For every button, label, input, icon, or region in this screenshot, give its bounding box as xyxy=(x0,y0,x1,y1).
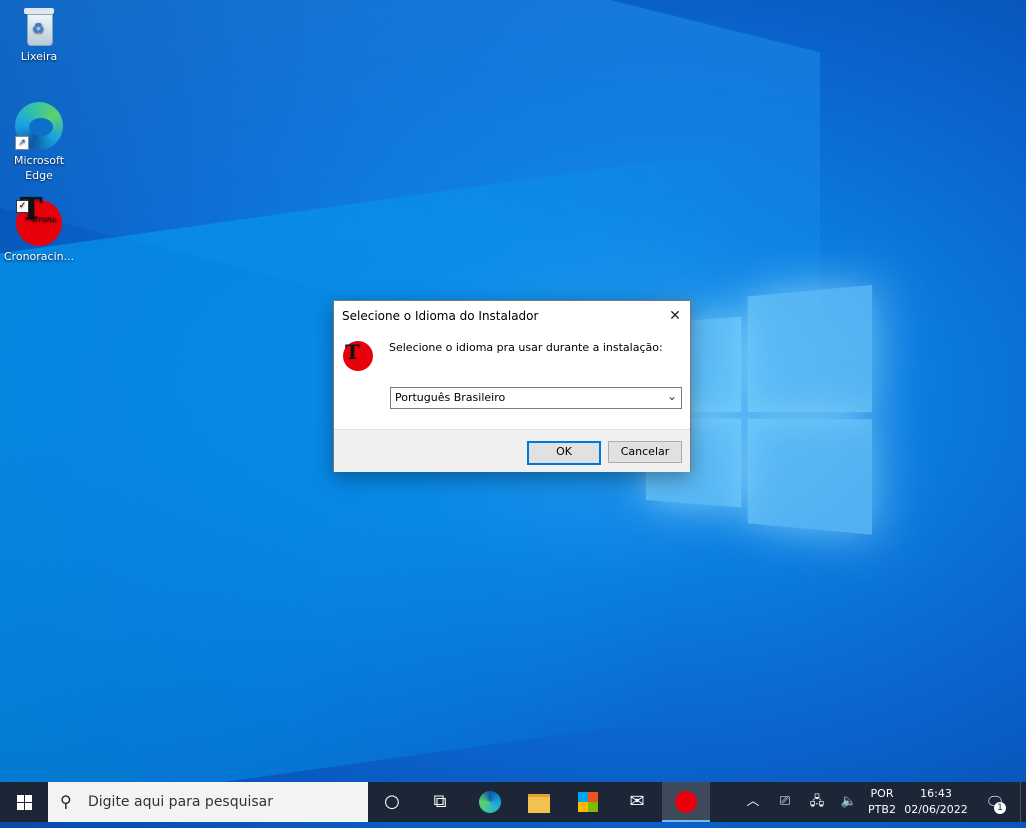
dialog-titlebar[interactable]: Selecione o Idioma do Instalador ✕ xyxy=(334,301,690,331)
cortana-button[interactable]: ○ xyxy=(368,782,416,822)
clock-date: 02/06/2022 xyxy=(904,803,968,816)
action-center-button[interactable]: 🗨 1 xyxy=(980,782,1010,822)
tray-volume-button[interactable]: 🔈 xyxy=(834,782,864,822)
cronoracing-logo-icon: T Crono ✓ xyxy=(16,195,62,246)
notification-count-badge: 1 xyxy=(994,802,1006,814)
taskbar: ⚲ Digite aqui para pesquisar ○ ⧉ ✉ ︿ ⎚ 🖧… xyxy=(0,782,1026,822)
show-hidden-icons-button[interactable]: ︿ xyxy=(738,782,768,822)
taskbar-edge-button[interactable] xyxy=(466,782,514,822)
store-icon xyxy=(578,792,598,812)
webcam-icon: ⎚ xyxy=(779,794,791,809)
dialog-title: Selecione o Idioma do Instalador xyxy=(342,309,539,323)
show-desktop-button[interactable] xyxy=(1020,782,1026,822)
taskbar-mail-button[interactable]: ✉ xyxy=(613,782,661,822)
recycle-bin-icon: ♻ xyxy=(22,6,56,46)
language-select-value: Português Brasileiro xyxy=(395,391,506,404)
language-code: POR xyxy=(870,787,894,800)
folder-icon xyxy=(528,794,550,813)
clock-time: 16:43 xyxy=(920,787,952,800)
desktop-icon-label: Lixeira xyxy=(20,50,58,63)
search-placeholder: Digite aqui para pesquisar xyxy=(88,794,274,810)
checkbox-icon: ✓ xyxy=(16,200,29,213)
cancel-button[interactable]: Cancelar xyxy=(608,441,682,463)
chevron-up-icon: ︿ xyxy=(746,794,760,809)
close-button[interactable]: ✕ xyxy=(660,301,690,331)
input-language-indicator[interactable]: POR PTB2 xyxy=(862,786,902,818)
desktop-icon-label: Microsoft Edge xyxy=(13,154,65,182)
taskbar-store-button[interactable] xyxy=(564,782,612,822)
installer-language-dialog: Selecione o Idioma do Instalador ✕ T Sel… xyxy=(333,300,691,472)
chevron-down-icon: ⌄ xyxy=(666,389,677,403)
installer-logo-icon: T xyxy=(343,340,373,371)
desktop-icon-microsoft-edge[interactable]: ↗ Microsoft Edge xyxy=(1,102,77,183)
desktop-icon-label: Cronoracin... xyxy=(3,250,75,263)
dialog-footer: OK Cancelar xyxy=(334,429,690,472)
tray-meet-now-button[interactable]: ⎚ xyxy=(770,782,800,822)
desktop-icon-recycle-bin[interactable]: ♻ Lixeira xyxy=(1,6,77,64)
speaker-icon: 🔈 xyxy=(840,794,858,809)
mail-icon: ✉ xyxy=(629,791,645,812)
edge-icon xyxy=(479,791,501,813)
taskbar-installer-button[interactable] xyxy=(662,782,710,822)
network-icon: 🖧 xyxy=(809,794,825,809)
search-icon: ⚲ xyxy=(60,792,72,811)
close-icon: ✕ xyxy=(669,308,681,324)
tray-network-button[interactable]: 🖧 xyxy=(802,782,832,822)
desktop-icon-cronoracing[interactable]: T Crono ✓ Cronoracin... xyxy=(1,195,77,264)
taskbar-clock[interactable]: 16:43 02/06/2022 xyxy=(902,786,970,818)
windows-start-icon xyxy=(17,795,33,810)
cortana-circle-icon: ○ xyxy=(384,791,400,812)
task-view-icon: ⧉ xyxy=(433,791,447,812)
taskbar-file-explorer-button[interactable] xyxy=(515,782,563,822)
edge-icon: ↗ xyxy=(15,102,63,150)
ok-button[interactable]: OK xyxy=(527,441,601,465)
keyboard-layout: PTB2 xyxy=(868,803,896,816)
language-prompt: Selecione o idioma pra usar durante a in… xyxy=(389,341,663,354)
language-select[interactable]: Português Brasileiro ⌄ xyxy=(390,387,682,409)
shortcut-arrow-icon: ↗ xyxy=(15,136,29,150)
cronoracing-logo-icon xyxy=(675,791,697,813)
taskbar-search-box[interactable]: ⚲ Digite aqui para pesquisar xyxy=(48,782,368,822)
start-button[interactable] xyxy=(0,782,48,822)
task-view-button[interactable]: ⧉ xyxy=(416,782,464,822)
